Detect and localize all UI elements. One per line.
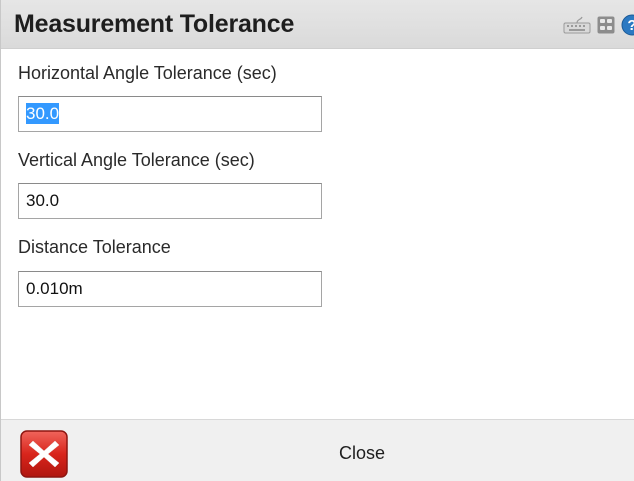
distance-tolerance-input[interactable]: 0.010m [18, 271, 322, 307]
svg-text:?: ? [627, 17, 634, 34]
page-title: Measurement Tolerance [14, 10, 295, 38]
horizontal-angle-tolerance-value: 30.0 [26, 103, 60, 124]
horizontal-angle-tolerance-label: Horizontal Angle Tolerance (sec) [18, 63, 277, 83]
close-label: Close [339, 443, 386, 463]
close-button[interactable]: Close [1, 420, 634, 481]
title-bar-icons: ? [563, 14, 634, 36]
footer-bar: Close [1, 419, 634, 481]
title-bar: Measurement Tolerance [1, 0, 634, 49]
help-icon[interactable]: ? [621, 14, 634, 36]
distance-tolerance-label: Distance Tolerance [18, 237, 171, 257]
form-content: Horizontal Angle Tolerance (sec) 30.0 Ve… [1, 49, 634, 419]
measurement-tolerance-window: Measurement Tolerance Horizontal Angle T… [0, 0, 634, 481]
close-icon [19, 430, 69, 478]
keyboard-icon[interactable] [563, 16, 591, 34]
grid-icon[interactable] [597, 16, 615, 34]
vertical-angle-tolerance-input[interactable]: 30.0 [18, 183, 322, 219]
vertical-angle-tolerance-value: 30.0 [26, 191, 60, 210]
distance-tolerance-value: 0.010m [26, 279, 83, 298]
horizontal-angle-tolerance-input[interactable]: 30.0 [18, 96, 322, 132]
vertical-angle-tolerance-label: Vertical Angle Tolerance (sec) [18, 150, 255, 170]
